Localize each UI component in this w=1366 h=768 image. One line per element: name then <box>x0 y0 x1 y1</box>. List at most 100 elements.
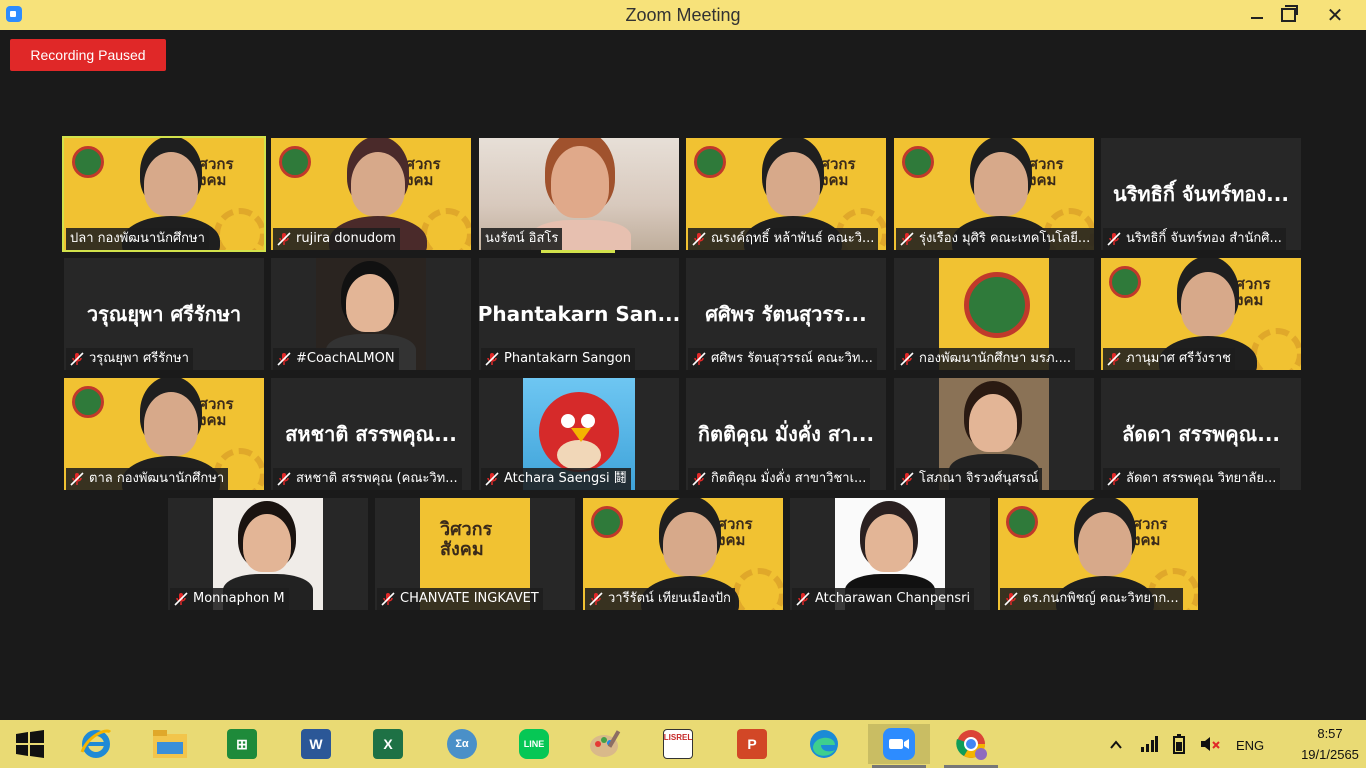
volume-muted-icon[interactable] <box>1200 736 1220 752</box>
participant-video-person <box>969 394 1017 452</box>
bird-eye <box>581 414 595 428</box>
university-seal-icon <box>1006 506 1038 538</box>
participant-tile[interactable]: สหชาติ สรรพคุณ... สหชาติ สรรพคุณ (คณะวิท.… <box>271 378 471 490</box>
line-icon: LINE <box>519 729 549 759</box>
clock-date[interactable]: 19/1/2565 <box>1296 747 1364 762</box>
participant-video-person <box>243 514 291 572</box>
taskbar-file-explorer[interactable] <box>148 724 192 764</box>
participant-video-person <box>351 152 405 216</box>
recording-paused-badge[interactable]: Recording Paused <box>10 39 166 71</box>
participant-tile[interactable]: วิศวกร สังคม ตาล กองพัฒนานักศึกษา <box>64 378 264 490</box>
participant-name: Phantakarn Sangon <box>504 351 632 366</box>
bird-beak <box>571 428 591 442</box>
clock-time[interactable]: 8:57 <box>1300 726 1360 741</box>
participant-tile[interactable]: #CoachALMON <box>271 258 471 370</box>
excel-icon: X <box>373 729 403 759</box>
participant-name: สหชาติ สรรพคุณ (คณะวิท... <box>296 471 458 486</box>
participant-name-label: Atchara Saengsi 鬪 <box>481 468 631 490</box>
university-seal-icon <box>591 506 623 538</box>
participant-tile[interactable]: วิศวกร สังคม รุ่งเรือง มุศิริ คณะเทคโนโลยี… <box>894 138 1094 250</box>
participant-name-label: ภานุมาศ ศรีวังราช <box>1103 348 1235 370</box>
participant-tile[interactable]: วิศวกร สังคม rujira donudom <box>271 138 471 250</box>
participant-tile[interactable]: วิศวกร สังคม ดร.กนกพิชญ์ คณะวิทยาก... <box>998 498 1198 610</box>
participant-tile[interactable]: กิตติคุณ มั่งคั่ง สา... กิตติคุณ มั่งคั่ง… <box>686 378 886 490</box>
banner-line-2: สังคม <box>440 539 484 560</box>
microphone-muted-icon <box>381 592 395 606</box>
zoom-icon <box>883 728 915 760</box>
participant-name: กองพัฒนานักศึกษา มรภ.... <box>919 351 1072 366</box>
participant-name: ตาล กองพัฒนานักศึกษา <box>89 471 225 486</box>
close-button[interactable]: ✕ <box>1312 0 1358 30</box>
university-seal-icon <box>72 146 104 178</box>
participant-name-label: วารีรัตน์ เทียนเมืองปัก <box>585 588 735 610</box>
gear-icon <box>1251 328 1301 370</box>
participant-video-person <box>1078 512 1132 576</box>
chrome-icon <box>956 730 987 760</box>
start-icon <box>16 730 44 758</box>
participant-name: Monnaphon M <box>193 591 285 606</box>
maximize-button[interactable] <box>1265 0 1311 30</box>
participant-tile[interactable]: Monnaphon M <box>168 498 368 610</box>
microphone-muted-icon <box>692 352 706 366</box>
participant-name: รุ่งเรือง มุศิริ คณะเทคโนโลยี... <box>919 231 1091 246</box>
participant-name-label: ลัดดา สรรพคุณ วิทยาลัย... <box>1103 468 1281 490</box>
participant-tile[interactable]: วิศวกร สังคม ภานุมาศ ศรีวังราช <box>1101 258 1301 370</box>
participant-name-label: กิตติคุณ มั่งคั่ง สาขาวิชาเ... <box>688 468 871 490</box>
participant-tile[interactable]: วิศวกร สังคม ณรงค์ฤทธิ์ หล้าพันธ์ คณะวิ... <box>686 138 886 250</box>
participant-name-label: รุ่งเรือง มุศิริ คณะเทคโนโลยี... <box>896 228 1094 250</box>
participant-name-label: นริทธิกิ์ จันทร์ทอง สำนักศิ... <box>1103 228 1286 250</box>
participant-name: นงรัตน์ อิสโร <box>485 231 559 246</box>
participant-name-label: ตาล กองพัฒนานักศึกษา <box>66 468 229 490</box>
taskbar-lisrel[interactable]: LISREL <box>656 724 700 764</box>
participant-video-person <box>551 146 609 218</box>
taskbar-line[interactable]: LINE <box>512 724 556 764</box>
taskbar-excel[interactable]: X <box>366 724 410 764</box>
participant-tile[interactable]: วิศวกร สังคม วารีรัตน์ เทียนเมืองปัก <box>583 498 783 610</box>
minimize-icon <box>1251 17 1263 19</box>
taskbar-chrome[interactable] <box>940 724 1002 768</box>
participant-tile[interactable]: Atcharawan Chanpensri <box>790 498 990 610</box>
participant-name: ลัดดา สรรพคุณ วิทยาลัย... <box>1126 471 1277 486</box>
network-icon[interactable] <box>1140 736 1158 752</box>
restore-icon <box>1280 5 1298 22</box>
participant-name: ณรงค์ฤทธิ์ หล้าพันธ์ คณะวิ... <box>711 231 875 246</box>
participant-tile[interactable]: Phantakarn San... Phantakarn Sangon <box>479 258 679 370</box>
university-seal-icon <box>72 386 104 418</box>
participant-name-label: กองพัฒนานักศึกษา มรภ.... <box>896 348 1076 370</box>
taskbar-internet-explorer[interactable] <box>74 724 118 764</box>
participant-video-person <box>144 152 198 216</box>
participant-tile[interactable]: วิศวกร สังคม CHANVATE INGKAVET <box>375 498 575 610</box>
participant-tile[interactable]: วรุณยุพา ศรีรักษา วรุณยุพา ศรีรักษา <box>64 258 264 370</box>
taskbar-math-input[interactable]: Σα <box>440 724 484 764</box>
participant-tile[interactable]: วิศวกร สังคม ปลา กองพัฒนานักศึกษา <box>62 136 266 252</box>
participant-tile[interactable]: ศศิพร รัตนสุวรร... ศศิพร รัตนสุวรรณ์ คณะว… <box>686 258 886 370</box>
microphone-muted-icon <box>277 232 291 246</box>
microphone-muted-icon <box>692 472 706 486</box>
participant-name: #CoachALMON <box>296 351 395 366</box>
taskbar-store[interactable]: ⊞ <box>220 724 264 764</box>
start-button[interactable] <box>8 724 52 764</box>
participant-name: กิตติคุณ มั่งคั่ง สาขาวิชาเ... <box>711 471 867 486</box>
participant-tile[interactable]: กองพัฒนานักศึกษา มรภ.... <box>894 258 1094 370</box>
participant-tile[interactable]: ลัดดา สรรพคุณ... ลัดดา สรรพคุณ วิทยาลัย..… <box>1101 378 1301 490</box>
language-indicator[interactable]: ENG <box>1236 738 1264 753</box>
participant-video-person <box>865 514 913 572</box>
microphone-muted-icon <box>796 592 810 606</box>
taskbar-edge[interactable] <box>802 724 846 764</box>
show-hidden-icons-icon[interactable] <box>1110 740 1122 750</box>
participant-tile[interactable]: นงรัตน์ อิสโร <box>479 138 679 250</box>
battery-icon[interactable] <box>1170 734 1188 754</box>
taskbar-word[interactable]: W <box>294 724 338 764</box>
taskbar-zoom[interactable] <box>868 724 930 768</box>
participant-name: วารีรัตน์ เทียนเมืองปัก <box>608 591 731 606</box>
participant-tile[interactable]: โสภณา จิรวงศ์นุสรณ์ <box>894 378 1094 490</box>
participant-tile[interactable]: Atchara Saengsi 鬪 <box>479 378 679 490</box>
university-seal-icon <box>964 272 1030 338</box>
taskbar-paint[interactable] <box>584 724 628 764</box>
participant-tile[interactable]: นริทธิกิ์ จันทร์ทอง... นริทธิกิ์ จันทร์ทอ… <box>1101 138 1301 250</box>
self-view-indicator <box>541 250 615 253</box>
participant-name: Atchara Saengsi 鬪 <box>504 471 627 486</box>
university-seal-icon <box>279 146 311 178</box>
powerpoint-icon: P <box>737 729 767 759</box>
taskbar-powerpoint[interactable]: P <box>730 724 774 764</box>
